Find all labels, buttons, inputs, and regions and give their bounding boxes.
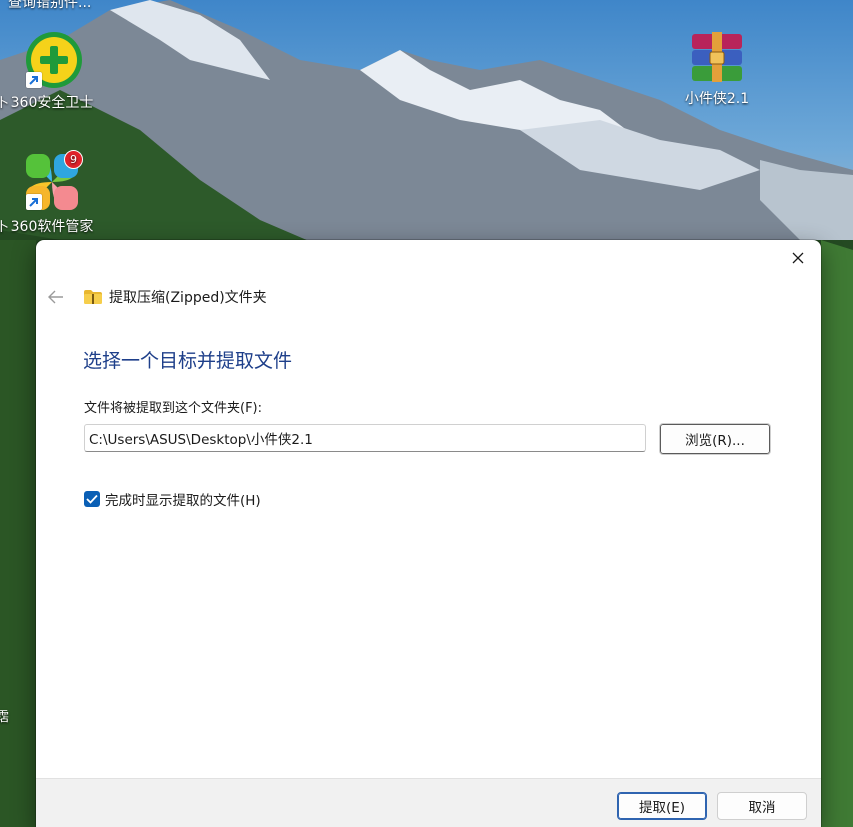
extract-button[interactable]: 提取(E) [617,792,707,820]
extract-dialog: 提取压缩(Zipped)文件夹 选择一个目标并提取文件 文件将被提取到这个文件夹… [36,240,821,827]
partial-glyph: 卜 [0,96,10,111]
desktop-icon-label: 360安全卫士 [10,95,94,111]
partial-glyph: 霑 [0,710,10,725]
dialog-nav: 提取压缩(Zipped)文件夹 [46,286,267,308]
arrow-left-icon [48,290,63,304]
close-icon [792,252,804,264]
desktop-icon-archive[interactable]: 小件侠2.1 [667,32,767,108]
dialog-heading: 选择一个目标并提取文件 [83,350,293,372]
checkmark-icon [86,494,98,504]
notification-badge: 9 [64,150,83,169]
desktop-icon-label: 小件侠2.1 [684,91,750,107]
destination-path-input[interactable] [84,424,646,452]
show-files-option[interactable]: 完成时显示提取的文件(H) [84,489,261,509]
zipped-folder-icon [84,290,102,304]
show-files-label: 完成时显示提取的文件(H) [105,493,261,509]
desktop-icon-360-software-manager[interactable]: 9 360软件管家 [2,150,102,236]
partial-glyph: 卜 [0,220,10,235]
shortcut-arrow-icon [26,194,42,210]
cancel-button[interactable]: 取消 [717,792,807,820]
close-button[interactable] [775,240,821,276]
winrar-archive-icon [692,32,742,82]
shortcut-arrow-icon [26,72,42,88]
dialog-footer: 提取(E) 取消 [36,778,821,827]
destination-label: 文件将被提取到这个文件夹(F): [84,401,263,416]
desktop-icon-360-safe[interactable]: 360安全卫士 [2,30,102,112]
desktop: 查询错别件... 360安全卫士 卜 9 360软件管家 卜 霑 小件侠2.1 … [0,0,853,827]
browse-button[interactable]: 浏览(R)... [659,423,771,455]
back-button[interactable] [46,287,66,307]
desktop-icon-label-partial[interactable]: 查询错别件... [8,0,91,12]
dialog-title: 提取压缩(Zipped)文件夹 [109,290,267,306]
show-files-checkbox[interactable] [84,491,100,507]
desktop-icon-label: 360软件管家 [10,219,94,235]
